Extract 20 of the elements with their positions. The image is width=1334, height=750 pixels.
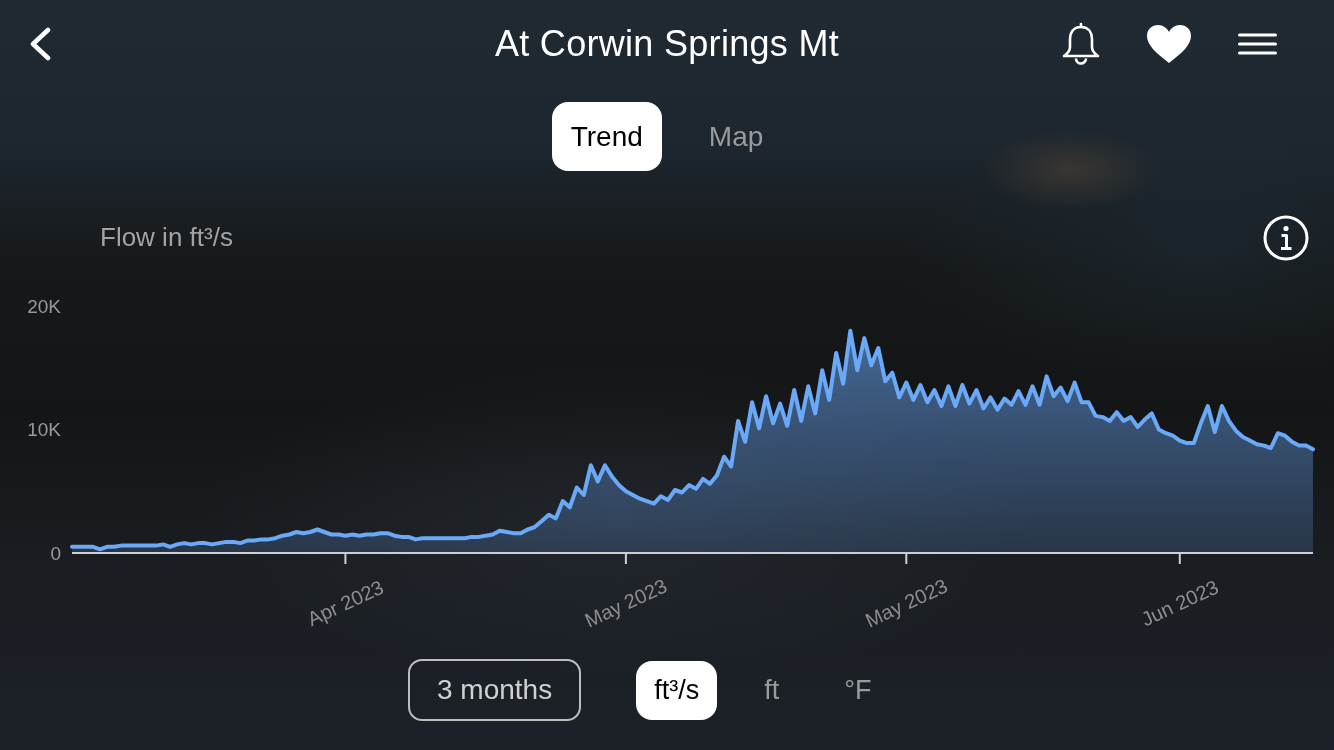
unit-tab[interactable]: °F [826,660,890,720]
x-tick-label: May 2023 [861,574,951,632]
y-tick-label: 0 [50,542,61,564]
screen-title: At Corwin Springs Mt [494,23,840,65]
time-range-button[interactable]: 3 months [408,659,582,721]
x-tick-label: May 2023 [581,574,671,632]
view-tab[interactable]: Trend [551,102,662,171]
unit-tab[interactable]: ft [746,660,798,720]
unit-tab[interactable]: ft³/s [636,660,718,720]
axis-title: Flow in ft³/s [100,222,233,253]
y-tick-label: 20K [27,295,61,317]
info-icon[interactable] [1263,214,1309,261]
bell-icon[interactable] [1060,22,1102,66]
y-tick-label: 10K [27,419,61,440]
x-tick-label: Apr 2023 [303,575,387,631]
view-tab[interactable]: Map [689,102,783,171]
back-chevron-icon[interactable] [28,27,52,61]
heart-icon[interactable] [1146,24,1192,64]
menu-icon[interactable] [1238,33,1277,55]
x-tick-label: Jun 2023 [1137,575,1222,631]
